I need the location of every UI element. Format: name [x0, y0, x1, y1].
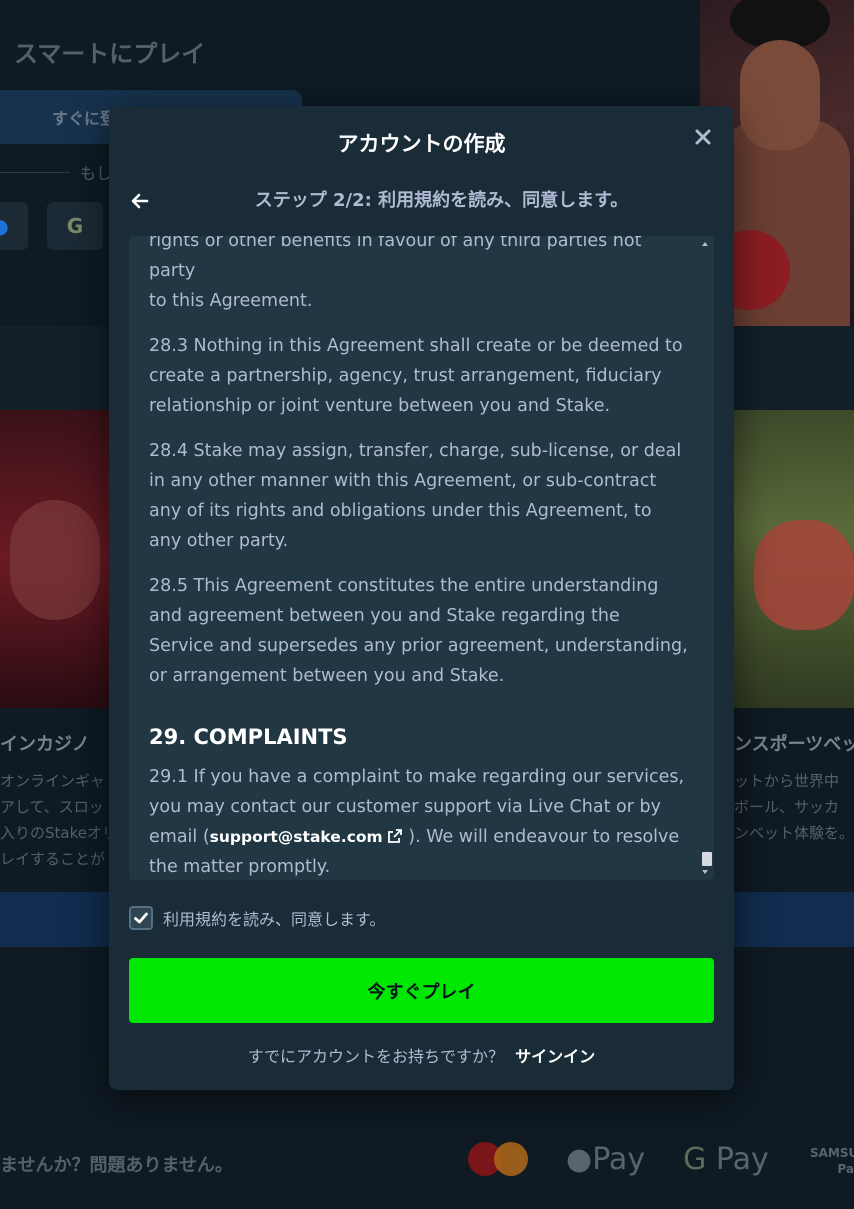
bg-social-icon: ● — [0, 214, 9, 238]
checkmark-icon — [134, 912, 148, 924]
mastercard-icon — [468, 1140, 528, 1178]
terms-agree-label: 利用規約を読み、同意します。 — [163, 910, 386, 929]
google-g-icon: G — [683, 1141, 707, 1177]
support-email-text: support@stake.com — [209, 828, 383, 846]
terms-agree-checkbox[interactable] — [129, 906, 153, 930]
support-email-link[interactable]: support@stake.com — [210, 828, 403, 846]
samsung-sub-text: Pa — [837, 1162, 854, 1176]
scroll-up-arrow[interactable] — [702, 242, 708, 246]
google-pay-logo: G Pay — [683, 1142, 769, 1177]
bg-sports-caption: ンスポーツベッ — [734, 734, 854, 755]
bg-footer-text: ませんか？問題ありません。 — [0, 1155, 233, 1176]
samsung-pay-logo: SAMSU Pa — [810, 1145, 854, 1177]
terms-content: rights or other benefits in favour of an… — [149, 236, 689, 880]
register-modal: アカウントの作成 ステップ 2/2: 利用規約を読み、同意します。 rights… — [109, 106, 734, 1090]
terms-section-heading: 29. COMPLAINTS — [149, 725, 348, 749]
terms-paragraph: 29.1 If you have a complaint to make reg… — [149, 762, 689, 880]
signin-row: すでにアカウントをお持ちですか？ サインイン — [109, 1043, 734, 1067]
close-button[interactable] — [692, 126, 714, 148]
signin-prompt: すでにアカウントをお持ちですか？ — [247, 1047, 505, 1066]
payment-methods: ●Pay G Pay — [468, 1140, 769, 1178]
terms-agree-checkbox-row[interactable]: 利用規約を読み、同意します。 — [129, 906, 385, 930]
google-pay-text: Pay — [715, 1141, 769, 1177]
back-button[interactable] — [129, 190, 151, 212]
desc-line: 入りのStakeオリ — [0, 824, 110, 842]
desc-line: オンラインギャ — [0, 772, 106, 790]
mastercard-circle-orange — [494, 1142, 528, 1176]
bg-page-title: スマートにプレイ — [14, 40, 206, 68]
terms-scroll-area[interactable]: rights or other benefits in favour of an… — [129, 236, 714, 880]
step-title: ステップ 2/2: 利用規約を読み、同意します。 — [254, 190, 629, 211]
samsung-text: SAMSU — [810, 1146, 854, 1160]
bg-sports-card-image[interactable] — [734, 410, 854, 708]
modal-title: アカウントの作成 — [337, 132, 506, 156]
bg-divider-line — [0, 171, 70, 173]
apple-pay-text: Pay — [592, 1141, 646, 1177]
external-link-icon — [387, 829, 402, 843]
hero-head-shape — [740, 40, 820, 150]
terms-paragraph: 28.5 This Agreement constitutes the enti… — [149, 576, 688, 686]
bg-divider-text: もし — [79, 164, 112, 183]
bg-social-button[interactable]: ● — [0, 202, 28, 250]
terms-paragraph: 28.3 Nothing in this Agreement shall cre… — [149, 336, 683, 416]
bg-sports-description: ットから世界中 ボール、サッカ ンベット体験を。 — [734, 768, 854, 846]
terms-paragraph: 28.4 Stake may assign, transfer, charge,… — [149, 441, 682, 551]
signin-link[interactable]: サインイン — [515, 1047, 595, 1066]
sports-card-figure — [754, 520, 854, 630]
desc-line: ットから世界中 — [734, 772, 840, 790]
terms-paragraph: to this Agreement. — [149, 291, 313, 311]
desc-line: ボール、サッカ — [734, 798, 840, 816]
bg-divider: もし — [0, 160, 112, 184]
bg-casino-caption: インカジノ — [0, 734, 90, 755]
casino-card-figure — [10, 500, 100, 620]
bg-casino-description: オンラインギャ アして、スロッ 入りのStakeオリ レイすることが — [0, 768, 110, 872]
bg-google-button[interactable]: G — [47, 202, 103, 250]
desc-line: ンベット体験を。 — [734, 824, 854, 842]
play-now-button[interactable]: 今すぐプレイ — [129, 958, 714, 1023]
scroll-down-arrow[interactable] — [702, 870, 708, 874]
arrow-left-icon — [131, 193, 149, 209]
apple-pay-logo: ●Pay — [566, 1142, 645, 1177]
apple-icon: ● — [566, 1141, 593, 1177]
desc-line: レイすることが — [0, 850, 106, 868]
scrollbar-thumb[interactable] — [702, 852, 712, 866]
close-icon — [695, 129, 711, 145]
desc-line: アして、スロッ — [0, 798, 104, 816]
bg-casino-card-image[interactable] — [0, 410, 110, 708]
google-icon: G — [66, 214, 84, 238]
terms-cut-line: rights or other benefits in favour of an… — [149, 236, 642, 281]
